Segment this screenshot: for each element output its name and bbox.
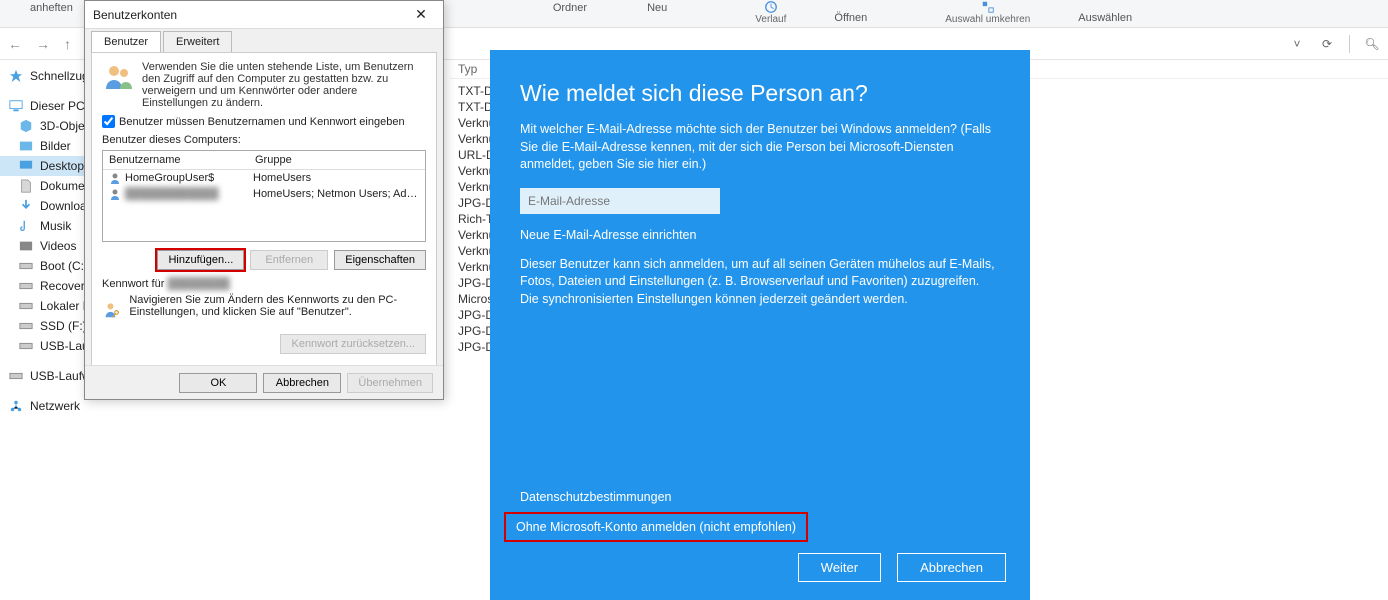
close-icon[interactable]: ✕ xyxy=(407,6,435,23)
user-row[interactable]: ████████████ HomeUsers; Netmon Users; Ad… xyxy=(103,186,425,202)
ok-button[interactable]: OK xyxy=(179,373,257,393)
nav-refresh-icon[interactable]: ⟳ xyxy=(1319,36,1335,52)
require-password-input[interactable] xyxy=(102,115,115,128)
tab-users[interactable]: Benutzer xyxy=(91,31,161,52)
add-user-button[interactable]: Hinzufügen... xyxy=(157,250,244,270)
dialog-title: Benutzerkonten xyxy=(93,8,407,22)
ms-cancel-button[interactable]: Abbrechen xyxy=(897,553,1006,582)
ribbon-group-folder: Ordner xyxy=(553,0,587,14)
ribbon-group-select: Auswählen xyxy=(1078,10,1132,24)
password-hint-text: Navigieren Sie zum Ändern des Kennworts … xyxy=(129,294,426,318)
require-password-checkbox[interactable]: Benutzer müssen Benutzernamen und Kennwo… xyxy=(102,115,426,128)
ribbon-group-open: Öffnen xyxy=(834,10,867,24)
nav-up-icon[interactable]: ↑ xyxy=(64,36,71,52)
user-row[interactable]: HomeGroupUser$ HomeUsers xyxy=(103,170,425,186)
col-username[interactable]: Benutzername xyxy=(103,151,249,169)
dialog-intro: Verwenden Sie die unten stehende Liste, … xyxy=(142,61,426,109)
password-for-label: Kennwort für xyxy=(102,278,164,290)
key-user-icon xyxy=(102,294,121,326)
ms-benefit-text: Dieser Benutzer kann sich anmelden, um a… xyxy=(520,256,1000,309)
ribbon-group-new: Neu xyxy=(647,0,667,14)
ribbon-attach-label: anheften xyxy=(30,0,73,14)
ribbon-invert-selection[interactable]: Auswahl umkehren xyxy=(945,0,1030,25)
email-input[interactable] xyxy=(520,188,720,214)
properties-button[interactable]: Eigenschaften xyxy=(334,250,426,270)
ms-description: Mit welcher E-Mail-Adresse möchte sich d… xyxy=(520,121,1000,174)
users-listbox[interactable]: Benutzername Gruppe HomeGroupUser$ HomeU… xyxy=(102,150,426,242)
cancel-button[interactable]: Abbrechen xyxy=(263,373,341,393)
next-button[interactable]: Weiter xyxy=(798,553,881,582)
no-ms-account-link[interactable]: Ohne Microsoft-Konto anmelden (nicht emp… xyxy=(504,512,808,542)
nav-dropdown-icon[interactable]: ˅ xyxy=(1289,36,1305,52)
nav-back-icon[interactable]: ← xyxy=(8,36,22,52)
privacy-link[interactable]: Datenschutzbestimmungen xyxy=(520,490,671,504)
remove-user-button: Entfernen xyxy=(250,250,328,270)
col-group[interactable]: Gruppe xyxy=(249,151,298,169)
user-icon xyxy=(109,172,121,184)
users-icon xyxy=(102,61,134,93)
apply-button: Übernehmen xyxy=(347,373,433,393)
nav-forward-icon[interactable]: → xyxy=(36,36,50,52)
user-accounts-dialog: Benutzerkonten ✕ Benutzer Erweitert Verw… xyxy=(84,0,444,400)
ms-account-signin-panel: Wie meldet sich diese Person an? Mit wel… xyxy=(490,50,1030,600)
ms-heading: Wie meldet sich diese Person an? xyxy=(520,80,1000,107)
tab-advanced[interactable]: Erweitert xyxy=(163,31,232,52)
user-icon xyxy=(109,188,121,200)
search-icon[interactable]: 🔍︎ xyxy=(1364,36,1380,52)
users-list-title: Benutzer dieses Computers: xyxy=(102,134,426,146)
ribbon-history[interactable]: Verlauf xyxy=(755,0,786,25)
new-email-link[interactable]: Neue E-Mail-Adresse einrichten xyxy=(520,228,1000,242)
reset-password-button: Kennwort zurücksetzen... xyxy=(280,334,426,354)
